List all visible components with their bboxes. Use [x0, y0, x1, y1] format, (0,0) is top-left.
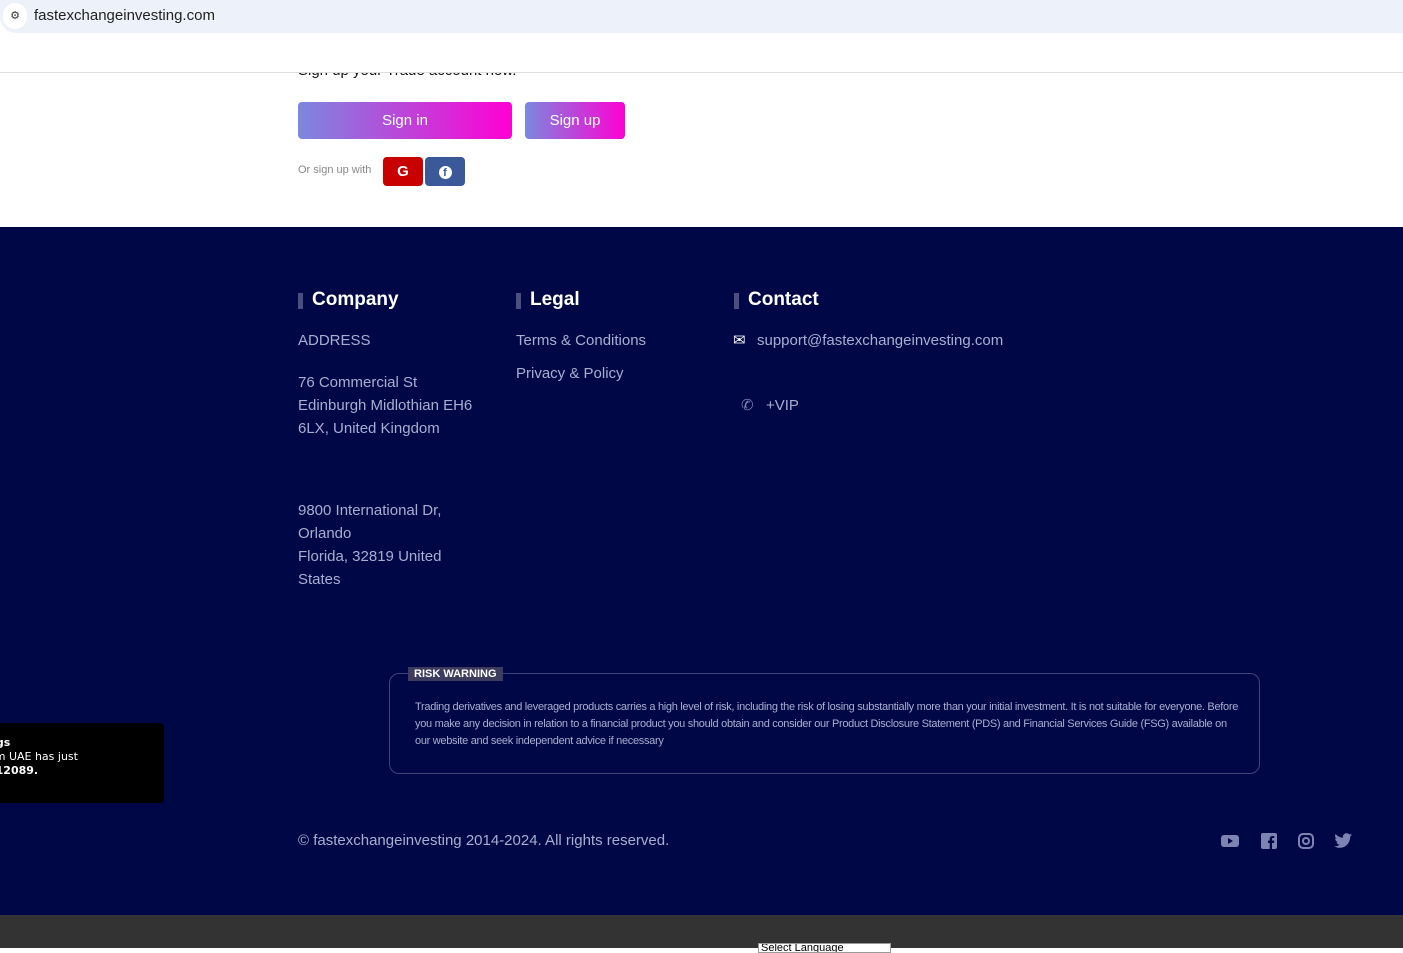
- sign-in-button[interactable]: Sign in: [298, 102, 512, 139]
- terms-link[interactable]: Terms & Conditions: [516, 329, 646, 352]
- instagram-icon[interactable]: [1297, 833, 1315, 849]
- mail-icon: ✉: [733, 332, 746, 349]
- sign-up-button[interactable]: Sign up: [525, 102, 625, 139]
- address-label: ADDRESS: [298, 332, 371, 349]
- address-line: 6LX, United Kingdom: [298, 420, 440, 437]
- company-heading: Company: [298, 289, 399, 311]
- or-sign-up-with-label: Or sign up with: [298, 164, 372, 176]
- address-line: Florida, 32819 United: [298, 548, 442, 565]
- toast-title: ngs: [0, 736, 11, 749]
- legal-heading: Legal: [516, 289, 580, 311]
- facebook-icon[interactable]: [1260, 833, 1278, 849]
- notification-toast: ngs om UAE has just $12089.: [0, 723, 164, 803]
- phone-link[interactable]: +VIP: [766, 394, 799, 417]
- phone-icon: ✆: [741, 397, 754, 414]
- language-select[interactable]: Select Language: [758, 943, 891, 953]
- site-settings-icon[interactable]: ⚙: [3, 3, 27, 29]
- site-header: [0, 33, 1403, 73]
- toast-text: om UAE has just: [0, 750, 78, 763]
- facebook-icon: f: [438, 165, 452, 179]
- copyright: © fastexchangeinvesting 2014-2024. All r…: [298, 832, 670, 849]
- bottom-bar: [0, 915, 1403, 948]
- risk-warning-label: RISK WARNING: [408, 667, 503, 681]
- address-uk: 76 Commercial St Edinburgh Midlothian EH…: [298, 371, 472, 440]
- google-icon: G: [397, 163, 409, 180]
- url-text[interactable]: fastexchangeinvesting.com: [34, 7, 215, 24]
- privacy-link[interactable]: Privacy & Policy: [516, 362, 624, 385]
- twitter-icon[interactable]: [1334, 833, 1352, 849]
- address-us: 9800 International Dr, Orlando Florida, …: [298, 499, 441, 591]
- facebook-signup-button[interactable]: f: [425, 157, 465, 186]
- browser-address-bar[interactable]: ⚙ fastexchangeinvesting.com: [0, 0, 1403, 33]
- risk-warning-text: Trading derivatives and leveraged produc…: [415, 701, 1239, 747]
- address-line: 9800 International Dr,: [298, 502, 442, 519]
- address-line: States: [298, 571, 341, 588]
- footer: Company Legal Contact ADDRESS 76 Commerc…: [0, 227, 1403, 915]
- youtube-icon[interactable]: [1221, 833, 1239, 849]
- google-signup-button[interactable]: G: [383, 157, 423, 186]
- toast-amount: $12089.: [0, 764, 39, 777]
- address-line: Edinburgh Midlothian EH6: [298, 397, 473, 414]
- address-line: 76 Commercial St: [298, 374, 418, 391]
- contact-heading: Contact: [734, 289, 819, 311]
- address-line: Orlando: [298, 525, 352, 542]
- risk-warning-box: RISK WARNING Trading derivatives and lev…: [389, 667, 1260, 774]
- email-link[interactable]: support@fastexchangeinvesting.com: [757, 329, 1003, 352]
